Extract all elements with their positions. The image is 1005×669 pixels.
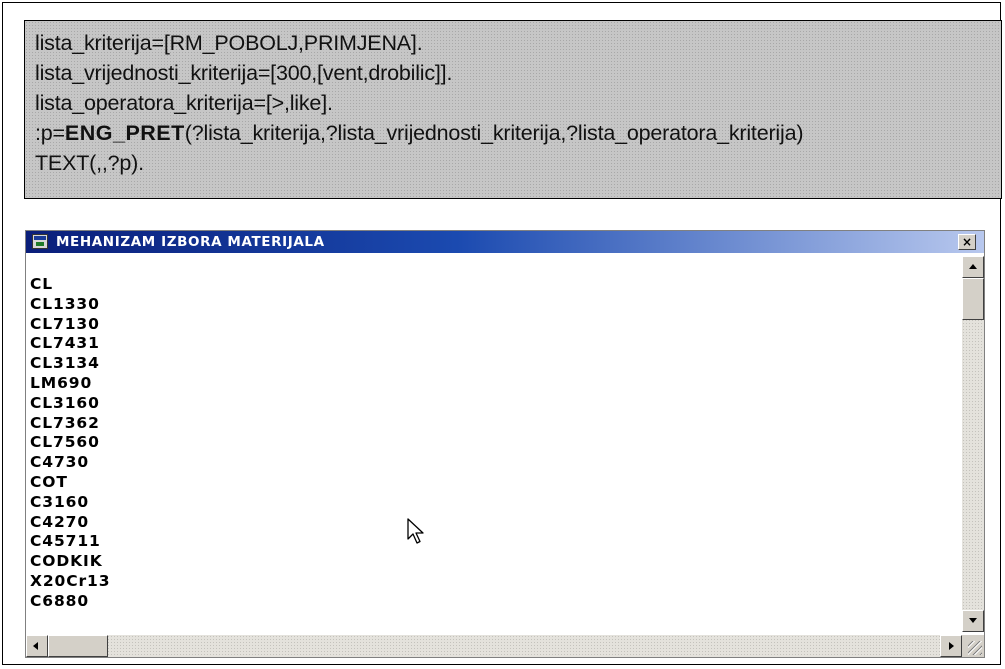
horizontal-scrollbar[interactable] xyxy=(26,635,962,657)
horizontal-scroll-thumb[interactable] xyxy=(48,635,108,657)
list-item: LM690 xyxy=(30,373,93,392)
close-icon[interactable]: × xyxy=(958,234,976,250)
vertical-scrollbar[interactable] xyxy=(962,256,984,632)
call-prefix: :p= xyxy=(35,121,65,145)
scroll-up-icon xyxy=(969,264,977,269)
list-item: CL3134 xyxy=(30,354,100,373)
code-line-2: lista_vrijednosti_kriterija=[300,[vent,d… xyxy=(35,61,453,85)
list-item: CODKIK xyxy=(30,552,103,571)
code-line-4: :p=ENG_PRET(?lista_kriterija,?lista_vrij… xyxy=(35,118,995,148)
list-item: C45711 xyxy=(30,532,101,551)
scroll-right-button[interactable] xyxy=(940,635,962,657)
results-list: CL CL1330 CL7130 CL7431 CL3134 LM690 CL3160 CL7… xyxy=(30,275,110,612)
window-title: MEHANIZAM IZBORA MATERIJALA xyxy=(56,234,325,250)
list-item: CL7560 xyxy=(30,433,100,452)
list-item: CL7431 xyxy=(30,334,100,353)
list-item: CL7362 xyxy=(30,413,100,432)
list-item: CL xyxy=(30,275,54,293)
list-item: C6880 xyxy=(30,591,90,610)
output-window: MEHANIZAM IZBORA MATERIJALA × CL CL1330 CL… xyxy=(25,230,985,658)
code-block: lista_kriterija=[RM_POBOLJ,PRIMJENA]. li… xyxy=(24,20,1002,199)
list-item: CL7130 xyxy=(30,314,100,333)
scroll-up-button[interactable] xyxy=(962,256,984,278)
scroll-right-icon xyxy=(949,642,954,650)
list-item: CL1330 xyxy=(30,294,100,313)
scroll-down-button[interactable] xyxy=(962,610,984,632)
mouse-pointer-icon xyxy=(407,518,424,544)
window-titlebar[interactable]: MEHANIZAM IZBORA MATERIJALA × xyxy=(26,231,984,253)
code-line-3: lista_operatora_kriterija=[>,like]. xyxy=(35,91,333,115)
code-line-5: TEXT(,,?p). xyxy=(35,151,144,175)
code-line-1: lista_kriterija=[RM_POBOLJ,PRIMJENA]. xyxy=(35,31,423,55)
scroll-down-icon xyxy=(969,618,977,623)
list-item: X20Cr13 xyxy=(30,571,111,590)
function-name: ENG_PRET xyxy=(64,121,185,145)
scroll-left-icon xyxy=(33,642,38,650)
scroll-left-button[interactable] xyxy=(26,635,48,657)
list-item: C3160 xyxy=(30,492,90,511)
size-grip-icon[interactable] xyxy=(962,635,984,657)
list-item: C4730 xyxy=(30,453,90,472)
list-item: C4270 xyxy=(30,512,90,531)
window-app-icon[interactable] xyxy=(32,234,48,249)
list-item: COT xyxy=(30,472,68,491)
call-args: (?lista_kriterija,?lista_vrijednosti_kri… xyxy=(184,121,804,145)
vertical-scroll-thumb[interactable] xyxy=(962,278,984,320)
list-item: CL3160 xyxy=(30,393,100,412)
